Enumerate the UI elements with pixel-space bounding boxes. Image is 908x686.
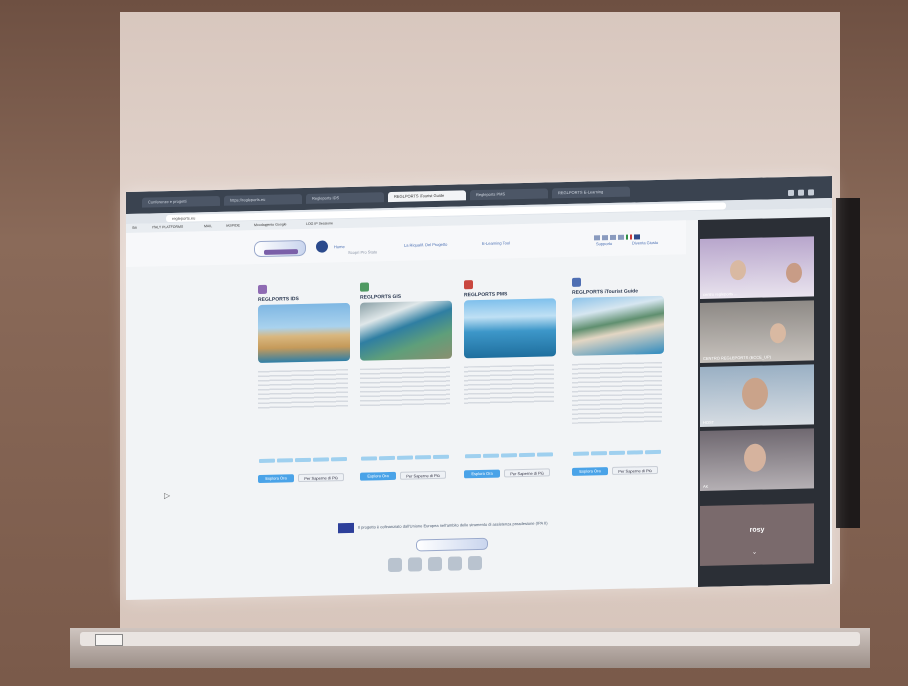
projected-browser-window: Conferenze e progetti https://regleports… [126, 175, 832, 601]
chevron-down-icon[interactable]: ⌄ [752, 549, 757, 556]
signup-link[interactable]: Diventa Giusto [632, 240, 658, 246]
participant-face [744, 443, 766, 472]
learn-more-button[interactable]: Per Saperne di Più [612, 465, 658, 475]
participant-tile[interactable]: centro regleports ... [700, 236, 814, 299]
coastal-town-photo [572, 295, 664, 356]
active-speaker-tile[interactable]: rosy ⌄ [700, 503, 814, 566]
learn-more-button[interactable]: Per Saperne di Più [504, 468, 550, 478]
explore-button[interactable]: Esplora Ora [572, 467, 608, 476]
footer-interreg-logo [416, 537, 488, 552]
card-description [360, 366, 450, 409]
participant-face [730, 259, 746, 281]
active-speaker-name: rosy [749, 526, 765, 534]
participant-tile[interactable]: HOST [700, 364, 814, 427]
bookmark[interactable]: Siti [132, 226, 137, 231]
tag-list [464, 444, 560, 464]
bookmark[interactable]: Moodapjento Google [254, 222, 287, 228]
learn-more-button[interactable]: Per Saperne di Più [298, 473, 344, 483]
card-gis: REGLPORTS GIS Esplora Ora Per Saperne di… [360, 280, 458, 492]
card-itourist: REGLPORTS iTourist Guide Esplora Ora Per… [572, 276, 670, 488]
card-title: REGLPORTS IDS [258, 296, 299, 304]
tag-list [258, 449, 354, 481]
card-title: REGLPORTS PMS [464, 291, 508, 299]
participant-face [742, 377, 768, 411]
nav-riqualif[interactable]: La Riqualif. Del Progetto [404, 242, 447, 248]
browser-tab[interactable]: REGLPORTS E-Learning [552, 186, 630, 199]
partner-logos [388, 555, 518, 574]
participant-name: centro regleports ... [703, 291, 738, 297]
nav-home[interactable]: Home [334, 244, 345, 249]
logo-accent [264, 249, 298, 255]
screen-label-plate [95, 634, 123, 646]
support-link[interactable]: Supporto [596, 241, 612, 246]
card-pms: REGLPORTS PMS Esplora Ora Per Saperne di… [464, 278, 562, 490]
participant-tile[interactable]: AK [700, 428, 814, 491]
gis-icon [360, 282, 369, 292]
dark-panel [836, 198, 860, 528]
bookmark[interactable]: LOG IP Sessione [306, 221, 333, 227]
card-description [572, 361, 662, 424]
participant-tile[interactable]: CENTRO REGLEPORTS (ECCE_UP) [700, 300, 814, 363]
card-title: REGLPORTS GIS [360, 293, 402, 301]
window-controls[interactable] [784, 182, 824, 196]
pms-icon [464, 280, 473, 290]
tag-list [572, 442, 668, 474]
browser-tab[interactable]: Regleports PMS [470, 188, 548, 201]
explore-button[interactable]: Esplora Ora [258, 474, 294, 484]
tag-list [360, 447, 456, 479]
bookmark[interactable]: IASPIDE [226, 223, 240, 228]
screen-bottom-bar [80, 632, 860, 646]
browser-tab[interactable]: https://regleports.eu [224, 194, 302, 206]
browser-tab-active[interactable]: REGLPORTS iTourist Guide [388, 190, 466, 203]
learn-more-button[interactable]: Per Saperne di Più [400, 470, 446, 480]
itourist-icon [572, 277, 581, 287]
ids-icon [258, 284, 267, 295]
participant-name: CENTRO REGLEPORTS (ECCE_UP) [703, 354, 771, 361]
card-title: REGLPORTS iTourist Guide [572, 288, 639, 296]
eu-flag-icon [338, 522, 354, 534]
nav-elearning[interactable]: E-Learning Tool [482, 240, 510, 246]
browser-tab[interactable]: Conferenze e progetti [142, 195, 220, 208]
card-ids: REGLPORTS IDS Esplora Ora Per Saperne di… [258, 283, 356, 495]
mouse-cursor-icon: ▷ [164, 491, 171, 501]
bookmark[interactable]: MAIL [204, 224, 212, 229]
cathedral-photo [258, 302, 350, 364]
card-description [258, 368, 348, 412]
browser-tab[interactable]: Regleports IDS [306, 192, 384, 204]
explore-button[interactable]: Esplora Ora [360, 471, 396, 481]
participant-face [770, 323, 786, 344]
explore-button[interactable]: Esplora Ora [464, 469, 500, 479]
participant-name: HOST [703, 419, 715, 425]
card-description [464, 364, 554, 407]
bookmark[interactable]: ITALY PLATFORMS [152, 225, 183, 231]
participant-name: AK [703, 483, 709, 489]
port-aerial-photo [464, 298, 556, 359]
nav-subtitle: Scopri Pro Stato [348, 249, 378, 255]
eu-funding-note: Il progetto è cofinanziato dall'Unione E… [358, 520, 548, 530]
participant-face [786, 262, 802, 284]
harbor-aerial-photo [360, 300, 452, 361]
